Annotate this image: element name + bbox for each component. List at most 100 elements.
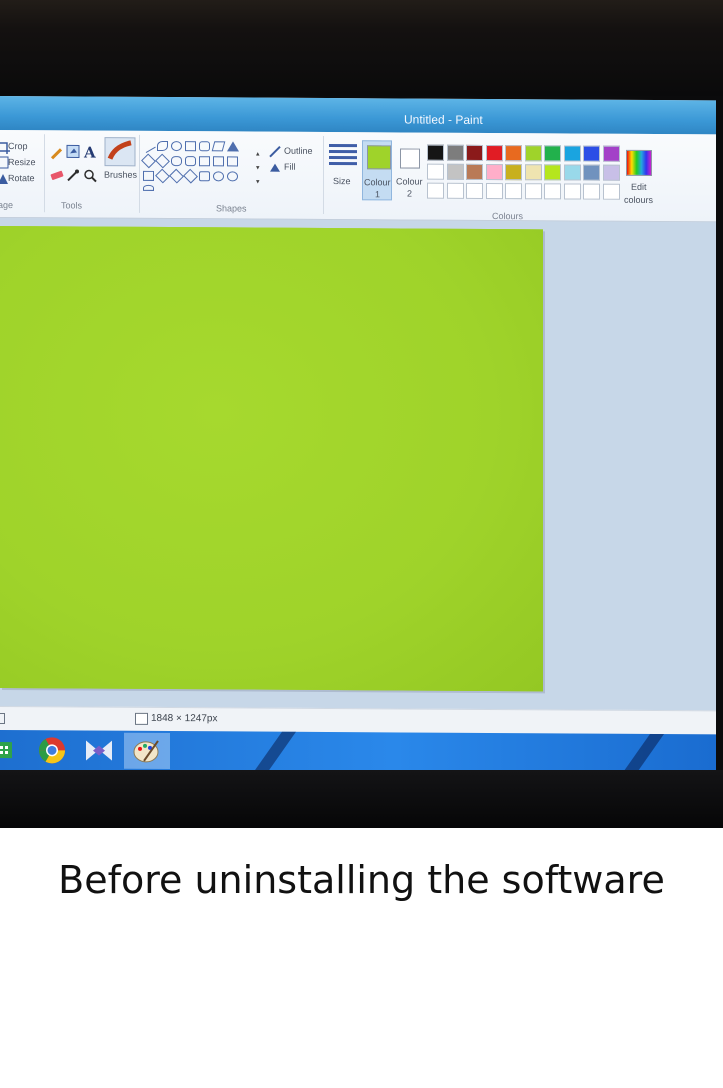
size-button[interactable]: Size xyxy=(333,176,351,186)
size-icon[interactable] xyxy=(329,144,357,170)
visual-studio-icon[interactable] xyxy=(77,732,121,768)
palette-swatch[interactable] xyxy=(446,182,464,199)
colour-picker-icon[interactable] xyxy=(66,168,80,182)
colour-1-number: 1 xyxy=(375,189,381,200)
rotate-button[interactable]: Rotate xyxy=(8,173,35,183)
line-shape-icon[interactable] xyxy=(141,138,156,153)
palette-swatch[interactable] xyxy=(466,163,483,180)
title-bar[interactable]: Untitled - Paint xyxy=(0,96,716,135)
eraser-icon[interactable] xyxy=(50,168,64,182)
palette-swatch[interactable] xyxy=(427,182,444,199)
palette-swatch[interactable] xyxy=(466,182,483,199)
down-arrow-shape-icon[interactable] xyxy=(143,170,154,181)
heart-shape-icon[interactable] xyxy=(143,184,154,191)
crop-button[interactable]: Crop xyxy=(8,141,28,151)
colour-2-button[interactable]: Colour 2 xyxy=(395,140,425,200)
palette-swatch[interactable] xyxy=(544,183,561,200)
palette-swatch[interactable] xyxy=(544,164,561,181)
shapes-scroll-down-icon[interactable]: ▾ xyxy=(256,164,260,172)
shapes-scroll-up-icon[interactable]: ▴ xyxy=(256,150,260,158)
colour-2-label: Colour xyxy=(396,176,423,187)
palette-swatch[interactable] xyxy=(583,164,600,181)
palette-swatch[interactable] xyxy=(563,164,581,181)
shapes-group-label: Shapes xyxy=(216,203,247,214)
resize-button[interactable]: Resize xyxy=(8,157,36,167)
canvas-dimensions: 1848 × 1247px xyxy=(151,712,218,725)
text-icon[interactable]: A xyxy=(84,144,98,162)
fill-button[interactable]: Fill xyxy=(284,162,296,172)
palette-swatch[interactable] xyxy=(427,144,444,161)
palette-swatch[interactable] xyxy=(446,144,464,161)
palette-swatch[interactable] xyxy=(505,164,522,181)
palette-swatch[interactable] xyxy=(563,145,581,162)
colour-1-label: Colour xyxy=(364,177,391,188)
shapes-gallery[interactable] xyxy=(141,138,259,192)
palette-swatch[interactable] xyxy=(524,183,542,200)
fill-icon[interactable] xyxy=(268,161,282,175)
pencil-icon[interactable] xyxy=(50,146,64,160)
tools-group-label: Tools xyxy=(61,200,83,211)
image-group-label: age xyxy=(0,199,14,211)
six-point-star-shape-icon[interactable] xyxy=(183,168,198,184)
diamond-shape-icon[interactable] xyxy=(155,153,170,169)
monitor-bezel-top xyxy=(0,0,723,96)
store-icon[interactable] xyxy=(0,732,22,768)
outline-button[interactable]: Outline xyxy=(284,146,313,156)
colour-1-button[interactable]: Colour 1 xyxy=(362,140,392,201)
palette-swatch[interactable] xyxy=(602,145,620,162)
polygon-shape-icon[interactable] xyxy=(211,141,226,152)
hexagon-shape-icon[interactable] xyxy=(185,156,196,167)
four-point-star-shape-icon[interactable] xyxy=(155,168,170,184)
shapes-more-icon[interactable]: ▾ xyxy=(256,178,260,186)
magnifier-icon[interactable] xyxy=(83,169,97,183)
chrome-icon[interactable] xyxy=(30,732,74,768)
palette-swatch[interactable] xyxy=(583,183,600,200)
five-point-star-shape-icon[interactable] xyxy=(169,168,184,184)
palette-swatch[interactable] xyxy=(427,163,444,180)
edit-colours-button[interactable]: Edit xyxy=(631,182,647,192)
right-arrow-shape-icon[interactable] xyxy=(199,156,210,167)
edit-colours-icon[interactable] xyxy=(626,149,652,176)
rounded-rectangle-shape-icon[interactable] xyxy=(199,141,210,152)
paint-window: Untitled - Paint Crop Resize Rotate age … xyxy=(0,96,716,775)
up-arrow-shape-icon[interactable] xyxy=(227,156,238,167)
paint-icon[interactable] xyxy=(124,732,170,770)
palette-swatch[interactable] xyxy=(466,144,483,161)
fill-bucket-icon[interactable] xyxy=(66,144,80,158)
palette-swatch[interactable] xyxy=(485,144,503,162)
window-title: Untitled - Paint xyxy=(404,112,483,127)
caption-text: Before uninstalling the software xyxy=(58,858,665,902)
brushes-button[interactable]: Brushes xyxy=(104,170,137,180)
left-arrow-shape-icon[interactable] xyxy=(213,156,224,167)
colours-group-label: Colours xyxy=(492,211,524,222)
callout-oval-shape-icon[interactable] xyxy=(213,171,224,182)
palette-swatch[interactable] xyxy=(544,145,561,162)
palette-swatch[interactable] xyxy=(446,163,464,180)
drawing-canvas[interactable] xyxy=(0,226,543,692)
palette-swatch[interactable] xyxy=(485,182,503,200)
callout-cloud-shape-icon[interactable] xyxy=(227,171,238,182)
palette-swatch[interactable] xyxy=(563,183,581,200)
taskbar xyxy=(0,730,716,775)
edit-colours-button-line2[interactable]: colours xyxy=(624,195,653,205)
palette-swatch[interactable] xyxy=(485,163,503,181)
taskbar-decoration xyxy=(621,733,665,774)
palette-swatch[interactable] xyxy=(583,145,600,162)
outline-icon[interactable] xyxy=(268,145,282,159)
monitor-photo: Untitled - Paint Crop Resize Rotate age … xyxy=(0,0,723,828)
palette-swatch[interactable] xyxy=(602,164,620,181)
palette-swatch[interactable] xyxy=(505,183,522,200)
right-triangle-shape-icon[interactable] xyxy=(141,153,156,169)
triangle-shape-icon[interactable] xyxy=(227,141,239,152)
oval-shape-icon[interactable] xyxy=(171,141,182,152)
pentagon-shape-icon[interactable] xyxy=(171,156,182,167)
palette-swatch[interactable] xyxy=(524,145,542,162)
palette-swatch[interactable] xyxy=(602,183,620,200)
curve-shape-icon[interactable] xyxy=(157,140,168,152)
ribbon-divider xyxy=(323,135,324,214)
rectangle-shape-icon[interactable] xyxy=(185,141,196,152)
callout-rectangle-shape-icon[interactable] xyxy=(199,171,210,182)
brush-icon[interactable] xyxy=(104,137,136,167)
palette-swatch[interactable] xyxy=(524,164,542,181)
palette-swatch[interactable] xyxy=(505,145,522,162)
